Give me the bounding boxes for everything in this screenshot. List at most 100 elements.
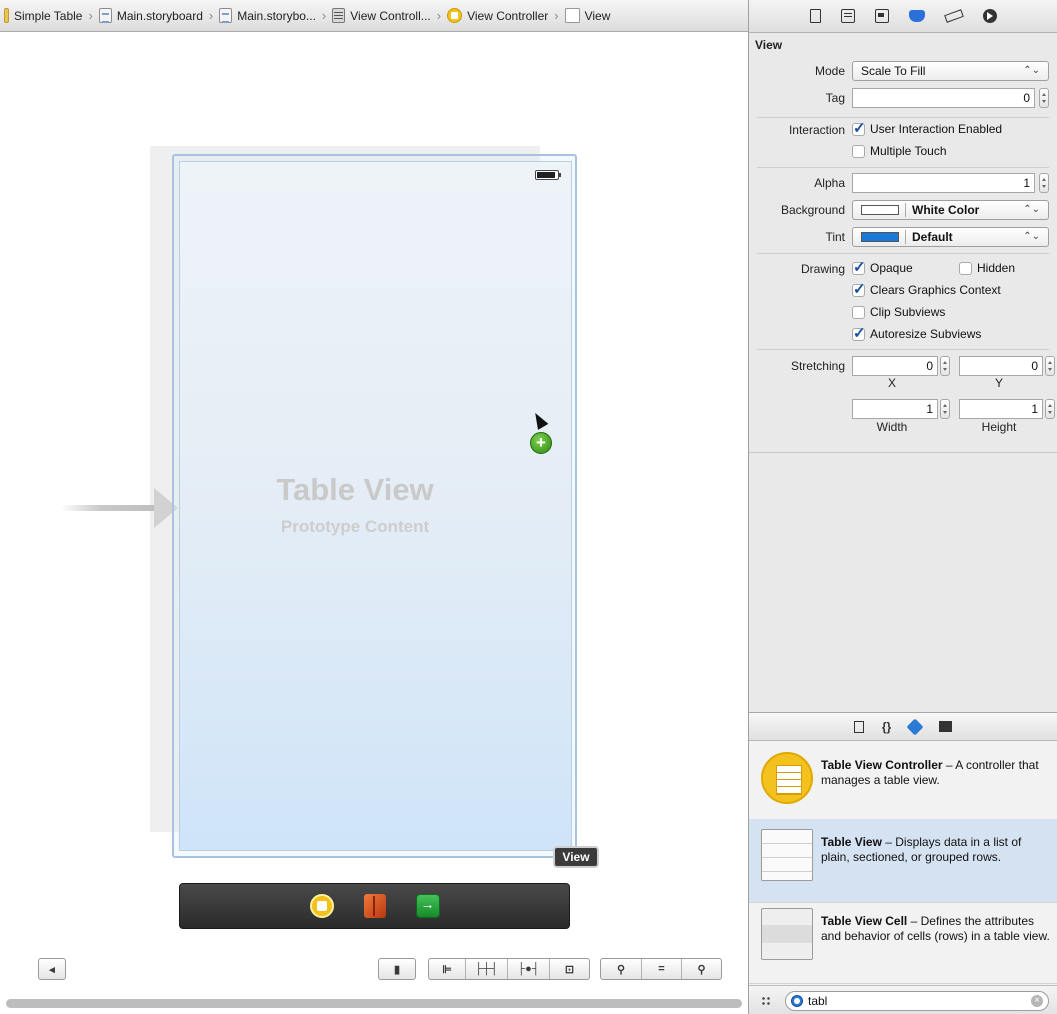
size-inspector-icon[interactable]	[943, 9, 964, 23]
file-template-icon[interactable]	[853, 720, 864, 733]
stretching-height-stepper[interactable]	[1045, 399, 1055, 419]
chevron-right-icon: ›	[436, 8, 442, 23]
view-controller-icon	[447, 8, 463, 23]
hidden-checkbox[interactable]: Hidden	[959, 261, 1015, 275]
tag-field[interactable]: 0	[852, 88, 1035, 108]
storyboard-icon	[219, 8, 233, 23]
height-caption: Height	[981, 420, 1017, 434]
align-icon[interactable]: ⊫	[429, 959, 465, 979]
attributes-inspector-icon[interactable]	[908, 10, 925, 22]
stretching-x-field[interactable]: 0	[852, 356, 938, 376]
library-search-text: tabl	[808, 994, 828, 1008]
connections-inspector-icon[interactable]	[982, 9, 997, 23]
autoresize-subviews-checkbox[interactable]: Autoresize Subviews	[852, 324, 982, 342]
view-controller-icon[interactable]	[309, 894, 334, 918]
device-icon: ▮	[393, 963, 401, 976]
divider	[757, 349, 1049, 350]
stretching-y-stepper[interactable]	[1045, 356, 1055, 376]
crumb-label: View Controll...	[350, 8, 431, 23]
object-library-icon[interactable]	[906, 718, 924, 735]
chevron-right-icon: ›	[321, 8, 327, 23]
first-responder-icon[interactable]	[363, 894, 386, 918]
clears-graphics-context-checkbox[interactable]: Clears Graphics Context	[852, 280, 1001, 298]
library-item-title: Table View Cell	[821, 914, 908, 928]
crumb-storyboard[interactable]: Main.storyboard	[98, 8, 203, 23]
identity-inspector-icon[interactable]	[874, 9, 889, 23]
stretching-width-field[interactable]: 1	[852, 399, 938, 419]
crumb-scene[interactable]: View Controll...	[332, 8, 431, 23]
crumb-project[interactable]: Simple Table	[4, 8, 82, 23]
document-outline-toggle[interactable]: ◂	[38, 958, 66, 980]
divider	[757, 167, 1049, 168]
background-label: Background	[780, 203, 845, 217]
library-item-table-view[interactable]: Table View – Displays data in a list of …	[749, 819, 1057, 903]
stretching-y-field[interactable]: 0	[959, 356, 1043, 376]
crumb-label: Simple Table	[14, 8, 83, 23]
checkbox-unchecked-icon	[852, 305, 865, 319]
code-snippet-icon[interactable]: {}	[882, 720, 891, 734]
resolve-issues-icon[interactable]: ├●┤	[507, 959, 549, 979]
storyboard-icon	[98, 8, 112, 23]
exit-icon[interactable]	[415, 894, 440, 918]
zoom-controls: ⚲ = ⚲	[600, 958, 722, 980]
mode-value: Scale To Fill	[861, 64, 926, 78]
storyboard-canvas[interactable]: Table View Prototype Content + View ◂ ▮ …	[0, 33, 748, 1008]
stretching-height-field[interactable]: 1	[959, 399, 1043, 419]
table-view[interactable]: Table View Prototype Content	[179, 161, 572, 851]
crumb-view-controller[interactable]: View Controller	[447, 8, 548, 23]
crumb-view[interactable]: View	[564, 8, 610, 23]
checkbox-label: Autoresize Subviews	[870, 327, 982, 341]
media-library-icon[interactable]	[939, 721, 953, 732]
clip-subviews-checkbox[interactable]: Clip Subviews	[852, 305, 945, 319]
background-color-popup[interactable]: White Color ⌃⌄	[852, 200, 1049, 220]
grid-view-icon[interactable]	[761, 996, 771, 1006]
mode-popup[interactable]: Scale To Fill ⌃⌄	[852, 61, 1049, 81]
library-filter-bar: tabl ×	[749, 985, 1057, 1014]
pin-icon[interactable]: ├┼┤	[465, 959, 507, 979]
checkbox-label: Clip Subviews	[870, 305, 946, 319]
library-item-table-view-cell[interactable]: Table View Cell – Defines the attributes…	[749, 898, 1057, 984]
divider	[757, 117, 1049, 118]
battery-icon	[535, 170, 561, 180]
library-item-title: Table View Controller	[821, 758, 943, 772]
crumb-storyboard-base[interactable]: Main.storybo...	[219, 8, 316, 23]
library-item-text: Table View Controller – A controller tha…	[821, 758, 1053, 788]
library-search-field[interactable]: tabl ×	[785, 991, 1049, 1011]
view-tooltip: View	[553, 846, 599, 868]
alpha-stepper[interactable]	[1039, 173, 1049, 193]
tint-color-value: Default	[912, 230, 953, 244]
stretching-width-stepper[interactable]	[940, 399, 950, 419]
checkbox-checked-icon	[852, 258, 866, 276]
folder-icon	[4, 8, 9, 23]
divider	[757, 253, 1049, 254]
tag-label: Tag	[825, 91, 845, 105]
jump-bar: Simple Table › Main.storyboard › Main.st…	[0, 0, 748, 32]
zoom-in-icon[interactable]: ⚲	[681, 959, 721, 979]
stretching-label: Stretching	[790, 359, 845, 373]
opaque-checkbox[interactable]: Opaque	[852, 258, 913, 276]
tag-stepper[interactable]	[1039, 88, 1049, 108]
simulated-metrics-button[interactable]: ▮	[378, 958, 416, 980]
multiple-touch-checkbox[interactable]: Multiple Touch	[852, 144, 947, 158]
alpha-field[interactable]: 1	[852, 173, 1035, 193]
initial-scene-arrow	[60, 505, 160, 511]
stretching-x-stepper[interactable]	[940, 356, 950, 376]
y-caption: Y	[994, 376, 1003, 390]
checkbox-label: Multiple Touch	[870, 144, 947, 158]
user-interaction-checkbox[interactable]: User Interaction Enabled	[852, 119, 1002, 137]
width-caption: Width	[876, 420, 908, 434]
table-view-cell-icon	[761, 908, 813, 960]
clear-search-icon[interactable]: ×	[1031, 995, 1043, 1007]
library-item-table-view-controller[interactable]: Table View Controller – A controller tha…	[749, 742, 1057, 826]
file-inspector-icon[interactable]	[809, 9, 821, 23]
library-item-title: Table View	[821, 835, 882, 849]
zoom-out-icon[interactable]: ⚲	[601, 959, 641, 979]
zoom-actual-size-icon[interactable]: =	[641, 959, 681, 979]
divider	[905, 230, 906, 244]
tint-color-popup[interactable]: Default ⌃⌄	[852, 227, 1049, 247]
updown-chevron-icon: ⌃⌄	[1023, 65, 1040, 76]
quick-help-icon[interactable]	[840, 9, 855, 23]
resizing-icon[interactable]: ⊡	[549, 959, 589, 979]
horizontal-scrollbar[interactable]	[6, 999, 742, 1008]
search-icon	[791, 995, 803, 1007]
